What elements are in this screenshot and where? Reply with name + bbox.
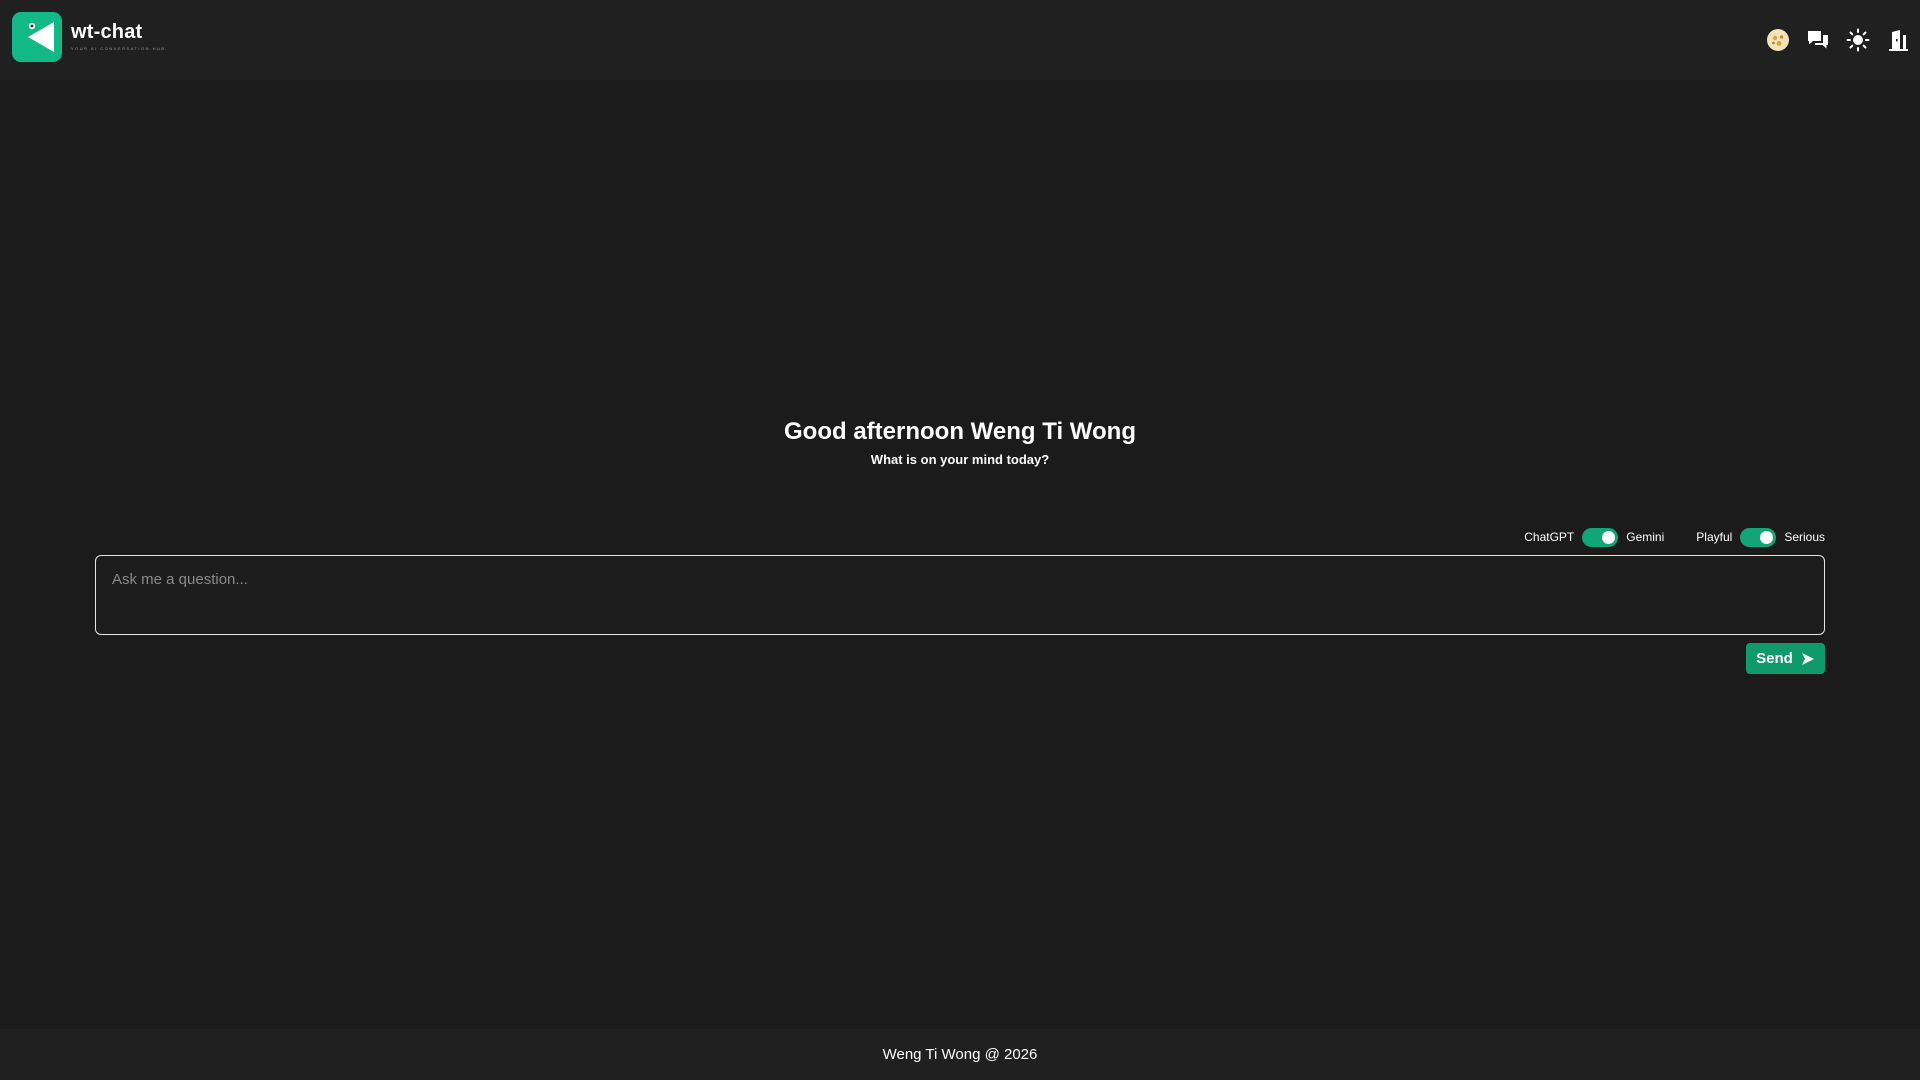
- question-input-container: [95, 555, 1825, 635]
- send-button-label: Send: [1756, 650, 1793, 667]
- top-bar: wt-chat your ai conversation hub: [0, 0, 1920, 80]
- mode-toggles: ChatGPT Gemini Playful Serious: [1524, 527, 1825, 547]
- chat-history-icon[interactable]: [1806, 28, 1830, 52]
- footer-text: Weng Ti Wong @ 2026: [882, 1046, 1038, 1063]
- switch-knob: [1602, 530, 1616, 544]
- switch-knob: [1760, 530, 1774, 544]
- header-actions: [1766, 26, 1910, 54]
- brand-name[interactable]: wt-chat: [71, 21, 142, 44]
- tone-toggle-left-label: Playful: [1696, 530, 1733, 544]
- model-toggle-group: ChatGPT Gemini: [1524, 527, 1665, 547]
- logo-icon[interactable]: [12, 12, 62, 62]
- greeting-subtitle: What is on your mind today?: [870, 452, 1050, 467]
- sun-icon[interactable]: [1846, 28, 1870, 52]
- model-toggle-switch[interactable]: [1582, 527, 1619, 547]
- brand-tagline: your ai conversation hub: [71, 46, 166, 51]
- tone-toggle-group: Playful Serious: [1696, 527, 1825, 547]
- model-toggle-left-label: ChatGPT: [1524, 530, 1575, 544]
- tone-toggle-switch[interactable]: [1740, 527, 1777, 547]
- tone-toggle-right-label: Serious: [1784, 530, 1825, 544]
- question-input[interactable]: [96, 556, 1824, 634]
- send-button[interactable]: Send: [1746, 643, 1825, 674]
- logout-door-icon[interactable]: [1886, 28, 1910, 52]
- greeting-title: Good afternoon Weng Ti Wong: [784, 418, 1136, 445]
- model-toggle-right-label: Gemini: [1626, 530, 1665, 544]
- footer: Weng Ti Wong @ 2026: [0, 1029, 1920, 1080]
- send-arrow-icon: [1801, 652, 1814, 665]
- avatar-icon[interactable]: [1766, 28, 1790, 52]
